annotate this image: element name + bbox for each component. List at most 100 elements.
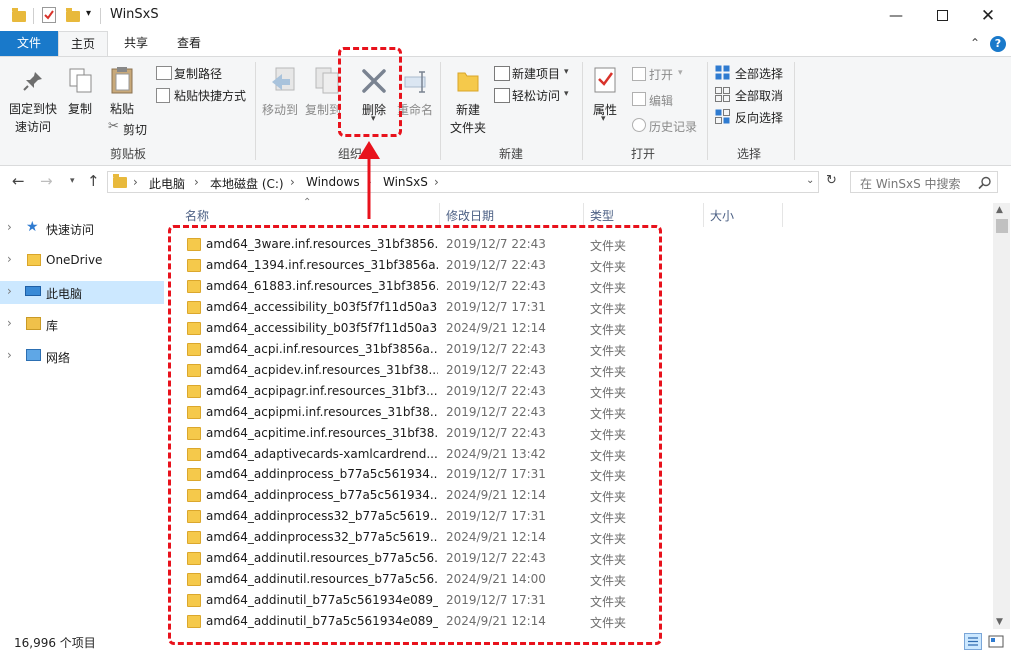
nav-label: OneDrive xyxy=(46,253,103,267)
new-item-icon xyxy=(494,66,510,81)
open-dropdown-icon[interactable]: ▾ xyxy=(678,68,683,78)
scroll-up-icon[interactable]: ▲ xyxy=(996,205,1003,215)
paste-shortcut-icon xyxy=(156,88,170,103)
column-divider[interactable] xyxy=(782,203,783,227)
star-icon: ★ xyxy=(26,219,39,235)
copy-path-button[interactable]: 复制路径 xyxy=(174,65,222,82)
column-divider[interactable] xyxy=(703,203,704,227)
properties-dropdown-icon[interactable]: ▾ xyxy=(601,114,606,124)
back-icon[interactable]: ← xyxy=(12,172,25,190)
open-icon xyxy=(632,67,646,81)
tab-home[interactable]: 主页 xyxy=(58,31,108,56)
breadcrumb-separator-icon[interactable]: › xyxy=(133,175,138,189)
details-view-icon[interactable] xyxy=(964,633,982,650)
group-label-new: 新建 xyxy=(498,147,523,161)
column-header-size[interactable]: 大小 xyxy=(710,207,734,224)
collapse-ribbon-icon[interactable]: ⌃ xyxy=(970,36,980,50)
properties-icon xyxy=(594,67,616,93)
breadcrumb-separator-icon[interactable]: › xyxy=(194,175,199,189)
new-item-button[interactable]: 新建项目 xyxy=(512,65,560,82)
group-label-open: 打开 xyxy=(630,147,655,161)
column-header-name[interactable]: 名称 xyxy=(185,207,209,224)
folder-icon xyxy=(113,174,127,188)
expand-chevron-icon[interactable]: › xyxy=(7,348,12,362)
expand-chevron-icon[interactable]: › xyxy=(7,220,12,234)
group-divider xyxy=(582,62,583,160)
edit-button[interactable]: 编辑 xyxy=(649,92,673,109)
help-icon[interactable]: ? xyxy=(990,36,1006,52)
expand-chevron-icon[interactable]: › xyxy=(7,316,12,330)
column-header-type[interactable]: 类型 xyxy=(590,207,614,224)
breadcrumb-this-pc[interactable]: 此电脑 xyxy=(149,175,185,192)
scrollbar-thumb[interactable] xyxy=(996,219,1008,233)
cut-button[interactable]: 剪切 xyxy=(123,121,147,138)
folder-icon xyxy=(27,254,41,266)
maximize-button[interactable] xyxy=(919,0,965,31)
annotation-arrow xyxy=(356,139,382,223)
expand-chevron-icon[interactable]: › xyxy=(7,252,12,266)
invert-selection-icon xyxy=(715,109,730,124)
refresh-icon[interactable]: ↻ xyxy=(826,173,837,188)
breadcrumb-winsxs[interactable]: WinSxS xyxy=(383,175,428,189)
minimize-button[interactable]: — xyxy=(873,0,919,31)
group-label-clipboard: 剪贴板 xyxy=(109,147,146,161)
search-icon[interactable] xyxy=(978,176,992,190)
select-all-button[interactable]: 全部选择 xyxy=(735,65,783,82)
tab-view[interactable]: 查看 xyxy=(165,31,213,56)
paste-shortcut-button[interactable]: 粘贴快捷方式 xyxy=(174,87,246,104)
scroll-down-icon[interactable]: ▼ xyxy=(996,617,1003,627)
column-divider[interactable] xyxy=(439,203,440,227)
paste-icon xyxy=(110,66,134,94)
rename-button[interactable]: 重命名 xyxy=(397,101,433,118)
address-dropdown-icon[interactable]: ⌄ xyxy=(806,175,814,186)
group-label-select: 选择 xyxy=(736,147,761,161)
large-icons-view-icon[interactable] xyxy=(988,634,1004,649)
nav-item-network[interactable]: › 网络 xyxy=(0,345,164,368)
tab-file[interactable]: 文件 xyxy=(0,31,58,56)
history-button[interactable]: 历史记录 xyxy=(649,118,697,135)
nav-item-this-pc[interactable]: › 此电脑 xyxy=(0,281,164,304)
breadcrumb-local-disk[interactable]: 本地磁盘 (C:) xyxy=(210,175,284,192)
up-icon[interactable]: ↑ xyxy=(87,172,100,190)
open-button[interactable]: 打开 xyxy=(649,66,673,83)
new-folder-quick-icon[interactable] xyxy=(66,8,80,22)
vertical-scrollbar[interactable] xyxy=(993,203,1010,629)
breadcrumb-separator-icon[interactable]: › xyxy=(290,175,295,189)
expand-chevron-icon[interactable]: › xyxy=(7,284,12,298)
easy-access-dropdown-icon[interactable]: ▾ xyxy=(564,89,569,99)
edit-icon xyxy=(632,92,646,106)
move-to-icon xyxy=(270,66,296,94)
select-none-button[interactable]: 全部取消 xyxy=(735,87,783,104)
file-list-highlight-box xyxy=(168,225,662,645)
pin-to-quick-access-button[interactable]: 固定到快 xyxy=(9,100,57,117)
paste-button[interactable]: 粘贴 xyxy=(110,100,134,117)
copy-button[interactable]: 复制 xyxy=(68,100,92,117)
breadcrumb-windows[interactable]: Windows xyxy=(306,175,360,189)
history-icon xyxy=(632,118,646,132)
recent-locations-icon[interactable]: ▾ xyxy=(70,176,75,186)
invert-selection-button[interactable]: 反向选择 xyxy=(735,109,783,126)
nav-item-libraries[interactable]: › 库 xyxy=(0,313,164,336)
easy-access-button[interactable]: 轻松访问 xyxy=(512,87,560,104)
nav-item-quick-access[interactable]: › ★ 快速访问 xyxy=(0,217,164,240)
scissors-icon: ✂ xyxy=(108,119,119,134)
new-folder-label: 文件夹 xyxy=(450,121,487,135)
new-folder-icon xyxy=(457,68,479,92)
nav-item-onedrive[interactable]: › OneDrive xyxy=(0,249,164,272)
nav-label: 此电脑 xyxy=(46,287,83,301)
computer-icon xyxy=(25,286,41,296)
properties-quick-icon[interactable] xyxy=(42,7,56,23)
breadcrumb-separator-icon[interactable]: › xyxy=(434,175,439,189)
column-divider[interactable] xyxy=(583,203,584,227)
move-to-button[interactable]: 移动到 xyxy=(262,101,298,118)
new-folder-button[interactable]: 新建 xyxy=(456,101,480,118)
quick-access-dropdown-icon[interactable]: ▾ xyxy=(86,8,91,19)
divider xyxy=(100,8,101,24)
column-header-date[interactable]: 修改日期 xyxy=(446,207,494,224)
forward-icon[interactable]: → xyxy=(40,172,53,190)
tab-share[interactable]: 共享 xyxy=(112,31,160,56)
close-button[interactable]: ✕ xyxy=(965,0,1011,31)
divider xyxy=(33,8,34,24)
copy-to-button[interactable]: 复制到 xyxy=(305,101,341,118)
new-item-dropdown-icon[interactable]: ▾ xyxy=(564,67,569,77)
